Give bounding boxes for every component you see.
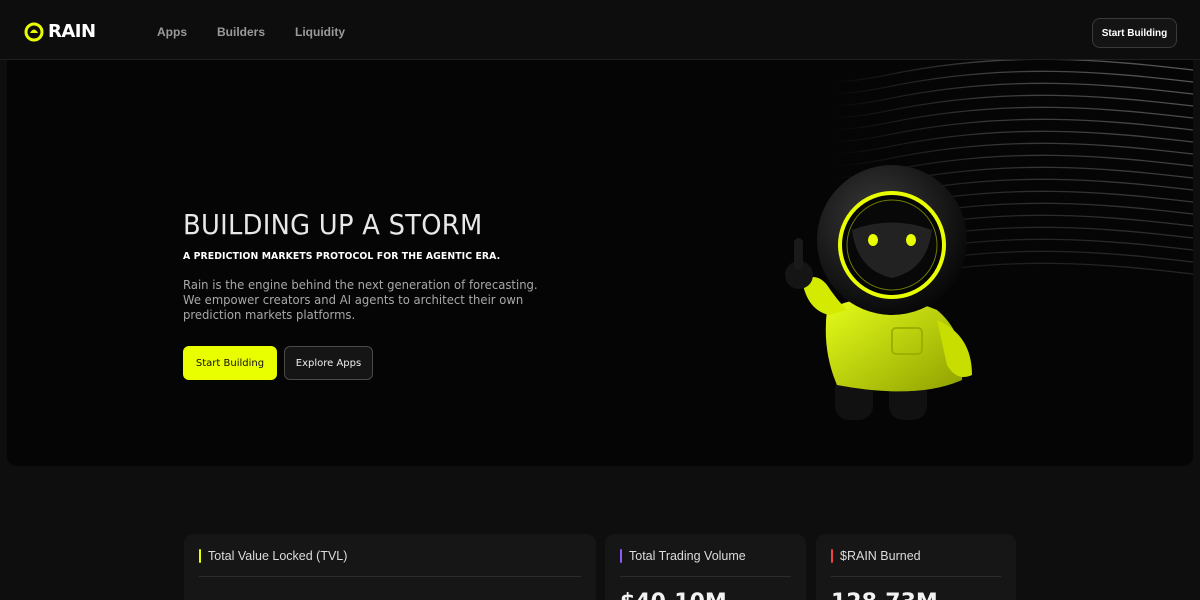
rain-logo[interactable]: RAIN xyxy=(24,22,96,42)
stat-accent-bar xyxy=(831,549,833,563)
stat-card-tvl: Total Value Locked (TVL) xyxy=(184,534,596,600)
nav-start-building-button[interactable]: Start Building xyxy=(1092,18,1177,48)
stat-header: Total Trading Volume xyxy=(620,549,746,563)
start-building-button[interactable]: Start Building xyxy=(183,346,277,380)
nav-links: Apps Builders Liquidity xyxy=(157,24,345,40)
stat-header: $RAIN Burned xyxy=(831,549,921,563)
stat-divider xyxy=(199,576,581,577)
stat-label: Total Value Locked (TVL) xyxy=(208,549,348,563)
stat-label: Total Trading Volume xyxy=(629,549,746,563)
stat-label: $RAIN Burned xyxy=(840,549,921,563)
stat-value: $40.10M xyxy=(620,590,727,600)
stat-accent-bar xyxy=(199,549,201,563)
stat-value: 128.73M xyxy=(831,590,938,600)
top-navbar: RAIN Apps Builders Liquidity Start Build… xyxy=(0,0,1200,60)
hero-title: BUILDING UP A STORM xyxy=(183,208,483,241)
stat-header: Total Value Locked (TVL) xyxy=(199,549,347,563)
nav-link-liquidity[interactable]: Liquidity xyxy=(295,24,345,40)
wave-background xyxy=(526,60,1193,289)
hero-section: BUILDING UP A STORM A PREDICTION MARKETS… xyxy=(7,60,1193,466)
nav-link-builders[interactable]: Builders xyxy=(217,24,265,40)
stat-card-volume: Total Trading Volume $40.10M xyxy=(605,534,806,600)
hero-description-line: prediction markets platforms. xyxy=(183,307,356,322)
stat-accent-bar xyxy=(620,549,622,563)
explore-apps-button[interactable]: Explore Apps xyxy=(284,346,373,380)
rain-logo-icon xyxy=(24,22,44,42)
hero-description-line: We empower creators and AI agents to arc… xyxy=(183,292,524,307)
hero-subtitle: A PREDICTION MARKETS PROTOCOL FOR THE AG… xyxy=(183,251,501,262)
nav-link-apps[interactable]: Apps xyxy=(157,24,187,40)
hero-description-line: Rain is the engine behind the next gener… xyxy=(183,277,538,292)
mascot-illustration xyxy=(785,165,972,420)
logo-text: RAIN xyxy=(48,21,96,42)
stat-divider xyxy=(620,576,791,577)
stat-card-burned: $RAIN Burned 128.73M xyxy=(816,534,1016,600)
stat-divider xyxy=(831,576,1001,577)
hero-description: Rain is the engine behind the next gener… xyxy=(183,277,543,322)
